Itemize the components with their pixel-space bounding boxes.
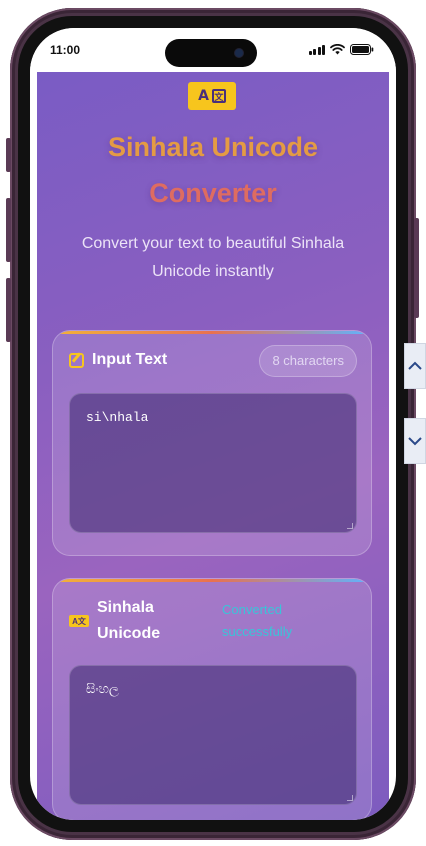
signal-icon: [308, 44, 325, 55]
resize-handle[interactable]: [347, 523, 353, 529]
battery-icon: [350, 43, 374, 55]
output-card-header: A文 Sinhala Unicode: [69, 595, 207, 647]
phone-volume-up-button: [6, 198, 11, 262]
output-text-value: සිංහල: [86, 682, 119, 697]
translate-icon: A 文: [188, 82, 236, 110]
input-card-header: Input Text: [69, 351, 167, 369]
conversion-status: Converted successfully: [222, 602, 293, 639]
resize-handle[interactable]: [347, 795, 353, 801]
output-textarea[interactable]: සිංහල: [69, 665, 357, 805]
dynamic-island: [165, 39, 257, 67]
input-textarea[interactable]: si\nhala: [69, 393, 357, 533]
wifi-icon: [330, 43, 345, 54]
input-text-value: si\nhala: [86, 410, 149, 425]
scroll-down-button[interactable]: [404, 418, 426, 464]
edit-icon: [69, 352, 84, 368]
app-content: A 文 Sinhala Unicode Converter Convert yo…: [37, 72, 389, 820]
output-card: A文 Sinhala Unicode Converted successfull…: [52, 578, 372, 820]
translate-icon-small: A文: [69, 615, 89, 627]
logo-letter: A: [198, 88, 209, 104]
phone-volume-down-button: [6, 278, 11, 342]
status-icons: [308, 42, 375, 56]
input-card-title: Input Text: [92, 351, 168, 368]
page-title-line1: Sinhala Unicode: [107, 132, 319, 162]
character-count-badge: 8 characters: [259, 345, 357, 377]
chevron-down-icon: [408, 437, 422, 446]
status-bar: 11:00: [30, 28, 396, 72]
page-title: Sinhala Unicode Converter: [37, 124, 389, 216]
phone-power-button: [414, 218, 419, 318]
chevron-up-icon: [408, 361, 422, 370]
phone-screen: 11:00 A 文 Sinhala Unicode Converter Conv…: [30, 28, 396, 820]
logo-glyph: 文: [211, 89, 226, 103]
input-card: Input Text 8 characters si\nhala: [52, 330, 372, 556]
phone-side-button: [6, 138, 11, 172]
front-camera: [235, 49, 243, 57]
page-title-line2: Converter: [149, 178, 277, 208]
scroll-up-button[interactable]: [404, 343, 426, 389]
output-card-title: Sinhala Unicode: [97, 599, 161, 642]
page-subtitle: Convert your text to beautiful Sinhala U…: [81, 235, 345, 280]
status-time: 11:00: [50, 43, 81, 57]
